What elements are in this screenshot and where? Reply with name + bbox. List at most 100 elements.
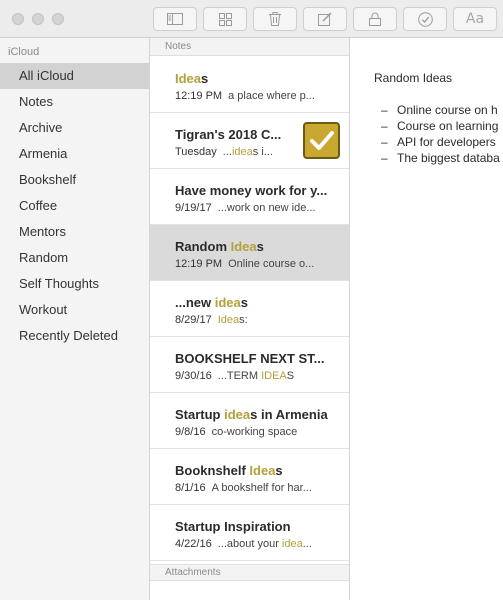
- close-window-button[interactable]: [12, 13, 24, 25]
- note-bullet: – The biggest databa: [381, 151, 500, 165]
- note-bullet: – Course on learning: [381, 119, 498, 133]
- search-highlight: idea: [231, 146, 253, 158]
- sidebar-icon: [167, 13, 183, 25]
- note-preview: co-working space: [211, 426, 298, 438]
- delete-button[interactable]: [253, 7, 297, 31]
- attachments-button[interactable]: [203, 7, 247, 31]
- note-date: 12:19 PM: [175, 90, 223, 102]
- note-preview-line: Tuesday ...ideas i...: [175, 146, 294, 158]
- note-title: BOOKSHELF NEXT ST...: [175, 351, 325, 366]
- note-date: 9/8/16: [175, 426, 206, 438]
- lock-button[interactable]: [353, 7, 397, 31]
- note-title: Tigran's 2018 C...: [175, 127, 282, 142]
- note-preview-line: 9/19/17 ...work on new ide...: [175, 202, 337, 214]
- bullet-dash: –: [381, 151, 388, 165]
- note-preview: ...work on new ide...: [217, 202, 316, 214]
- format-button[interactable]: Aa: [453, 7, 497, 31]
- sidebar-item-self-thoughts[interactable]: Self Thoughts: [0, 271, 149, 297]
- zoom-window-button[interactable]: [52, 13, 64, 25]
- note-preview-line: 9/30/16 ...TERM IDEAS: [175, 370, 337, 382]
- note-title: Startup Inspiration: [175, 519, 291, 534]
- search-highlight: Idea: [249, 463, 276, 478]
- note-preview: ...ideas i...: [222, 146, 273, 158]
- sidebar-item-coffee[interactable]: Coffee: [0, 193, 149, 219]
- note-preview-line: 8/29/17 Ideas:: [175, 314, 337, 326]
- bullet-dash: –: [381, 103, 388, 117]
- lock-icon: [369, 12, 381, 26]
- sidebar-item-random[interactable]: Random: [0, 245, 149, 271]
- trash-icon: [269, 12, 281, 26]
- note-preview: ...TERM IDEAS: [217, 370, 295, 382]
- sidebar-item-recently-deleted[interactable]: Recently Deleted: [0, 323, 149, 349]
- compose-icon: [318, 12, 332, 26]
- notes-list-header: Notes: [150, 38, 349, 56]
- sidebar-account-header: iCloud: [8, 46, 40, 58]
- note-list-item[interactable]: Startup ideas in Armenia 9/8/16 co-working…: [150, 393, 349, 449]
- note-title: Booknshelf Ideas: [175, 463, 283, 478]
- note-date: 9/19/17: [175, 202, 212, 214]
- sidebar-item-bookshelf[interactable]: Bookshelf: [0, 167, 149, 193]
- note-bullet: – API for developers: [381, 135, 496, 149]
- toggle-sidebar-button[interactable]: [153, 7, 197, 31]
- note-date: 9/30/16: [175, 370, 212, 382]
- note-preview-line: 9/8/16 co-working space: [175, 426, 337, 438]
- search-highlight: IDEA: [261, 370, 287, 382]
- note-preview: ...about your idea...: [217, 538, 312, 550]
- note-editor[interactable]: Random Ideas – Online course on h – Course…: [351, 38, 503, 600]
- note-preview-line: 12:19 PM Online course o...: [175, 258, 337, 270]
- new-note-button[interactable]: [303, 7, 347, 31]
- sidebar-item-all-icloud[interactable]: All iCloud: [0, 63, 149, 89]
- note-preview: a place where p...: [228, 90, 315, 102]
- notes-list: Notes Ideas 12:19 PM a place where p... Tig…: [150, 38, 350, 600]
- note-list-item[interactable]: BOOKSHELF NEXT ST... 9/30/16 ...TERM IDEAS: [150, 337, 349, 393]
- search-highlight: idea: [224, 407, 251, 422]
- bullet-dash: –: [381, 135, 388, 149]
- note-list-item[interactable]: Random Ideas 12:19 PM Online course o...: [150, 225, 349, 281]
- note-preview-line: 4/22/16 ...about your idea...: [175, 538, 337, 550]
- format-label: Aa: [465, 11, 485, 27]
- note-list-item[interactable]: Tigran's 2018 C... Tuesday ...ideas i...: [150, 113, 349, 169]
- search-highlight: Idea: [230, 239, 257, 254]
- sidebar-item-mentors[interactable]: Mentors: [0, 219, 149, 245]
- note-preview-line: 8/1/16 A bookshelf for har...: [175, 482, 337, 494]
- note-list-item[interactable]: Have money work for y... 9/19/17 ...work o…: [150, 169, 349, 225]
- attachments-header: Attachments: [150, 564, 349, 581]
- note-list-item[interactable]: Startup Inspiration 4/22/16 ...about your …: [150, 505, 349, 561]
- minimize-window-button[interactable]: [32, 13, 44, 25]
- bullet-text: Course on learning: [397, 119, 499, 133]
- note-title: ...new ideas: [175, 295, 248, 310]
- note-date: 8/29/17: [175, 314, 212, 326]
- sidebar-item-notes[interactable]: Notes: [0, 89, 149, 115]
- sidebar-item-workout[interactable]: Workout: [0, 297, 149, 323]
- bullet-text: The biggest databa: [397, 151, 500, 165]
- note-preview: Online course o...: [228, 258, 315, 270]
- note-title: Random Ideas: [175, 239, 264, 254]
- bullet-text: API for developers: [397, 135, 496, 149]
- note-preview: Ideas:: [217, 314, 248, 326]
- search-highlight: idea: [214, 295, 241, 310]
- checkmark-thumbnail-icon: [303, 122, 340, 159]
- search-highlight: Idea: [217, 314, 240, 326]
- checklist-button[interactable]: [403, 7, 447, 31]
- note-date: 4/22/16: [175, 538, 212, 550]
- note-list-item[interactable]: ...new ideas 8/29/17 Ideas:: [150, 281, 349, 337]
- note-preview-line: 12:19 PM a place where p...: [175, 90, 337, 102]
- toolbar: Aa: [0, 0, 503, 38]
- bullet-text: Online course on h: [397, 103, 498, 117]
- sidebar: iCloud All iCloud Notes Archive Armenia …: [0, 38, 150, 600]
- note-list-item[interactable]: Booknshelf Ideas 8/1/16 A bookshelf for ha…: [150, 449, 349, 505]
- note-editor-title: Random Ideas: [374, 71, 453, 85]
- grid-icon: [218, 12, 232, 26]
- search-highlight: Idea: [175, 71, 202, 86]
- note-title: Startup ideas in Armenia: [175, 407, 328, 422]
- sidebar-item-armenia[interactable]: Armenia: [0, 141, 149, 167]
- search-highlight: idea: [281, 538, 303, 550]
- note-list-item[interactable]: Ideas 12:19 PM a place where p...: [150, 57, 349, 113]
- note-date: Tuesday: [175, 146, 217, 158]
- sidebar-item-archive[interactable]: Archive: [0, 115, 149, 141]
- note-preview: A bookshelf for har...: [211, 482, 312, 494]
- bullet-dash: –: [381, 119, 388, 133]
- note-bullet: – Online course on h: [381, 103, 498, 117]
- note-title: Have money work for y...: [175, 183, 328, 198]
- note-date: 12:19 PM: [175, 258, 223, 270]
